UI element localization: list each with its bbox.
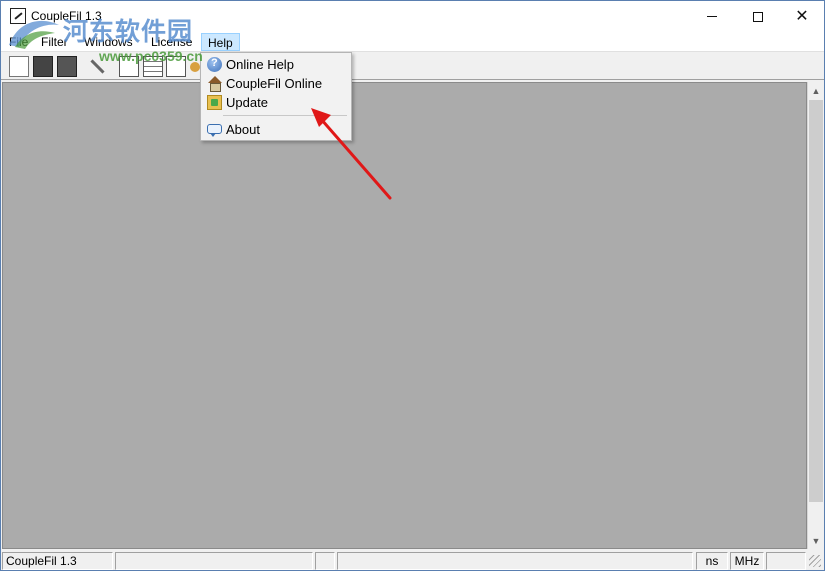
status-app-name: CoupleFil 1.3: [2, 552, 113, 570]
scroll-up-icon[interactable]: ▲: [808, 82, 824, 99]
menu-item-update[interactable]: Update: [203, 93, 349, 112]
minimize-icon: [707, 16, 717, 17]
maximize-button[interactable]: [735, 1, 781, 32]
speech-bubble-icon: [207, 124, 222, 137]
scroll-down-icon[interactable]: ▼: [808, 532, 824, 549]
menu-item-label: About: [226, 122, 260, 137]
menu-item-online-help[interactable]: Online Help: [203, 55, 349, 74]
help-icon: [207, 56, 222, 72]
mdi-client-area: [2, 82, 807, 549]
resize-grip-icon[interactable]: [809, 555, 821, 567]
status-bar: CoupleFil 1.3 ns MHz: [1, 551, 824, 570]
home-icon: [207, 76, 222, 92]
menu-separator: [223, 115, 347, 116]
new-icon[interactable]: [9, 56, 29, 77]
close-icon: ✕: [795, 7, 809, 25]
watermark-logo: [9, 20, 59, 49]
watermark-text: 河东软件园: [63, 17, 194, 46]
minimize-button[interactable]: [689, 1, 735, 32]
status-panel-3: [315, 552, 335, 570]
status-panel-2: [115, 552, 313, 570]
open-icon[interactable]: [33, 56, 53, 77]
menu-help[interactable]: Help: [201, 33, 240, 51]
menu-item-label: CoupleFil Online: [226, 76, 323, 91]
close-button[interactable]: ✕: [779, 1, 825, 32]
update-icon: [207, 95, 222, 110]
menu-item-about[interactable]: About: [203, 120, 349, 139]
status-time-unit: ns: [696, 552, 728, 570]
watermark-url: www.pc0359.cn: [99, 48, 203, 64]
scroll-thumb[interactable]: [809, 100, 823, 502]
vertical-scrollbar[interactable]: ▲ ▼: [807, 82, 824, 549]
menu-item-label: Update: [226, 95, 268, 110]
menu-item-couplefil-online[interactable]: CoupleFil Online: [203, 74, 349, 93]
application-window: CoupleFil 1.3 ✕ File Filter Windows Lice…: [0, 0, 825, 571]
status-panel-7: [766, 552, 806, 570]
menu-item-label: Online Help: [226, 57, 294, 72]
help-menu-dropdown: Online Help CoupleFil Online Update Abou…: [200, 52, 352, 141]
status-freq-unit: MHz: [730, 552, 764, 570]
save-icon[interactable]: [57, 56, 77, 77]
status-panel-4: [337, 552, 693, 570]
maximize-icon: [753, 11, 763, 22]
